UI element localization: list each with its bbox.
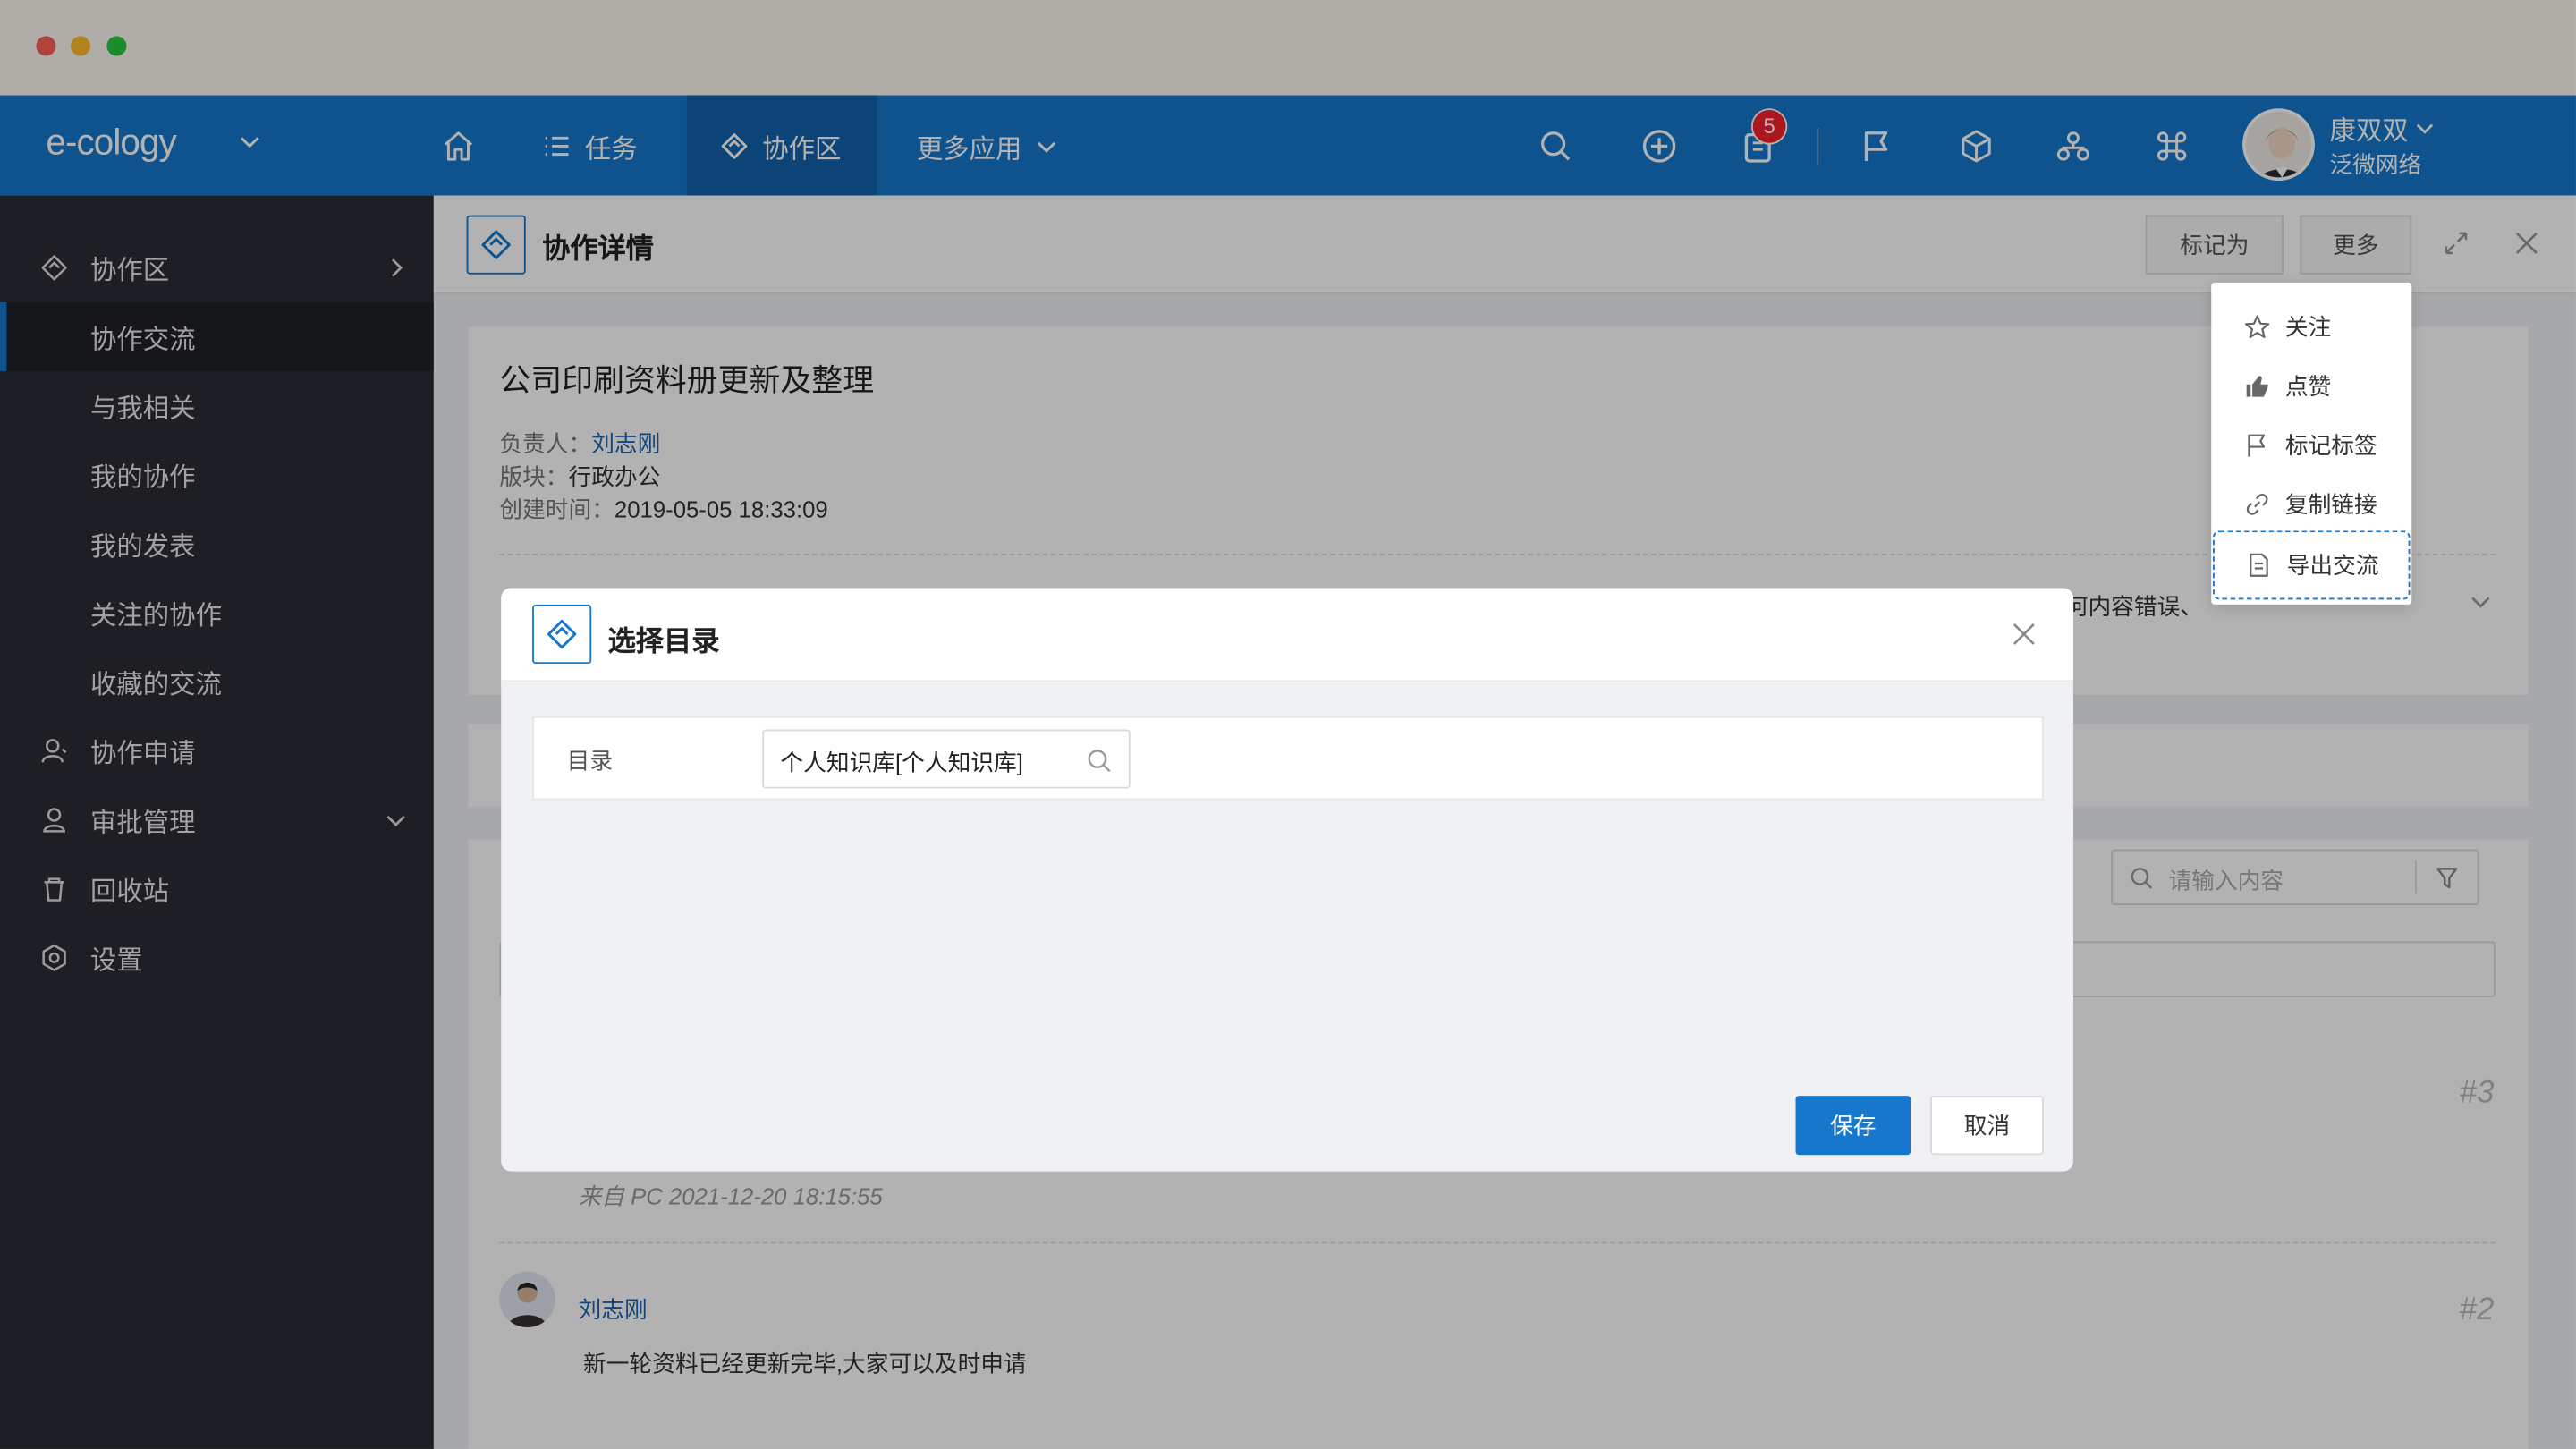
menu-item-copy-link[interactable]: 复制链接 (2211, 475, 2411, 534)
close-icon[interactable] (2011, 621, 2037, 647)
menu-item-label: 复制链接 (2284, 491, 2377, 518)
select-directory-dialog: 选择目录 目录 个人知识库[个人知识库] 保存 取消 (501, 588, 2073, 1172)
menu-item-label: 关注 (2284, 313, 2332, 341)
app-window: e-cology 任务 协作区 更多应用 5 康双双 泛微网络 协作区 协作交流… (0, 0, 2576, 1449)
directory-label: 目录 (566, 747, 614, 775)
more-dropdown-menu: 关注 点赞 标记标签 复制链接 导出交流 (2211, 282, 2412, 605)
cancel-button[interactable]: 取消 (1930, 1096, 2044, 1156)
menu-item-export[interactable]: 导出交流 (2213, 530, 2411, 600)
collaboration-icon (532, 604, 592, 665)
thumbs-up-icon (2246, 376, 2268, 397)
menu-item-like[interactable]: 点赞 (2211, 357, 2411, 416)
directory-value: 个人知识库[个人知识库] (780, 749, 1023, 775)
link-icon (2246, 494, 2268, 515)
directory-form-row: 目录 个人知识库[个人知识库] (532, 716, 2044, 801)
dialog-header: 选择目录 (501, 588, 2073, 682)
menu-item-label: 标记标签 (2284, 432, 2377, 459)
menu-item-follow[interactable]: 关注 (2211, 297, 2411, 356)
flag-icon (2248, 434, 2266, 457)
save-button[interactable]: 保存 (1795, 1096, 1911, 1156)
search-icon[interactable] (1086, 748, 1112, 774)
menu-item-tag[interactable]: 标记标签 (2211, 416, 2411, 475)
export-document-icon (2250, 553, 2268, 577)
menu-item-label: 点赞 (2284, 372, 2332, 400)
star-icon (2245, 315, 2270, 338)
directory-input[interactable]: 个人知识库[个人知识库] (762, 729, 1131, 789)
dialog-title: 选择目录 (607, 625, 720, 657)
menu-item-label: 导出交流 (2286, 552, 2379, 579)
